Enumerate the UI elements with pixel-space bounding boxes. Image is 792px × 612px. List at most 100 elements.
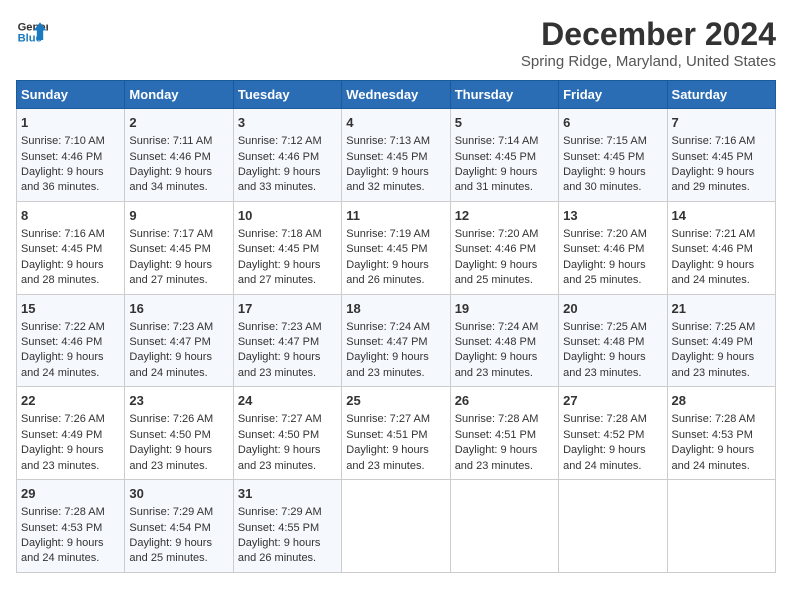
calendar-cell: 7Sunrise: 7:16 AMSunset: 4:45 PMDaylight…: [667, 109, 775, 202]
daylight-text: Daylight: 9 hours and 26 minutes.: [346, 259, 429, 286]
sunset-text: Sunset: 4:54 PM: [129, 522, 210, 534]
sunrise-text: Sunrise: 7:10 AM: [21, 135, 105, 147]
sunset-text: Sunset: 4:45 PM: [672, 151, 753, 163]
day-number: 6: [563, 114, 662, 132]
sunrise-text: Sunrise: 7:28 AM: [455, 413, 539, 425]
daylight-text: Daylight: 9 hours and 23 minutes.: [346, 444, 429, 471]
sunset-text: Sunset: 4:46 PM: [563, 243, 644, 255]
sunset-text: Sunset: 4:53 PM: [21, 522, 102, 534]
daylight-text: Daylight: 9 hours and 23 minutes.: [563, 351, 646, 378]
day-number: 22: [21, 392, 120, 410]
calendar-cell: 12Sunrise: 7:20 AMSunset: 4:46 PMDayligh…: [450, 201, 558, 294]
logo-icon: General Blue: [16, 16, 48, 48]
day-number: 31: [238, 485, 337, 503]
sunset-text: Sunset: 4:50 PM: [238, 429, 319, 441]
daylight-text: Daylight: 9 hours and 23 minutes.: [238, 351, 321, 378]
daylight-text: Daylight: 9 hours and 24 minutes.: [21, 537, 104, 564]
logo: General Blue: [16, 16, 48, 48]
sunrise-text: Sunrise: 7:28 AM: [672, 413, 756, 425]
sunset-text: Sunset: 4:47 PM: [129, 336, 210, 348]
sunset-text: Sunset: 4:45 PM: [129, 243, 210, 255]
calendar-cell: 11Sunrise: 7:19 AMSunset: 4:45 PMDayligh…: [342, 201, 450, 294]
col-header-saturday: Saturday: [667, 81, 775, 109]
calendar-cell: [667, 480, 775, 573]
sunrise-text: Sunrise: 7:24 AM: [455, 321, 539, 333]
title-area: December 2024 Spring Ridge, Maryland, Un…: [521, 16, 776, 70]
sunset-text: Sunset: 4:46 PM: [238, 151, 319, 163]
calendar-cell: 21 Sunrise: 7:25 AM Sunset: 4:49 PM Dayligh…: [667, 294, 775, 387]
sunset-text: Sunset: 4:46 PM: [21, 151, 102, 163]
daylight-text: Daylight: 9 hours and 23 minutes.: [346, 351, 429, 378]
sunrise-text: Sunrise: 7:21 AM: [672, 228, 756, 240]
calendar-cell: 20Sunrise: 7:25 AMSunset: 4:48 PMDayligh…: [559, 294, 667, 387]
sunrise-text: Sunrise: 7:22 AM: [21, 321, 105, 333]
calendar-table: SundayMondayTuesdayWednesdayThursdayFrid…: [16, 80, 776, 573]
day-number: 21: [672, 300, 771, 318]
sunrise-text: Sunrise: 7:25 AM: [563, 321, 647, 333]
week-row-5: 29Sunrise: 7:28 AMSunset: 4:53 PMDayligh…: [17, 480, 776, 573]
day-number: 23: [129, 392, 228, 410]
daylight-text: Daylight: 9 hours and 36 minutes.: [21, 166, 104, 193]
sunrise-text: Sunrise: 7:14 AM: [455, 135, 539, 147]
sunrise-text: Sunrise: 7:18 AM: [238, 228, 322, 240]
sunrise-text: Sunrise: 7:20 AM: [455, 228, 539, 240]
calendar-cell: 14Sunrise: 7:21 AMSunset: 4:46 PMDayligh…: [667, 201, 775, 294]
daylight-text: Daylight: 9 hours and 33 minutes.: [238, 166, 321, 193]
day-number: 24: [238, 392, 337, 410]
sunrise-text: Sunrise: 7:20 AM: [563, 228, 647, 240]
day-number: 19: [455, 300, 554, 318]
sunrise-text: Sunrise: 7:29 AM: [129, 506, 213, 518]
calendar-cell: 13Sunrise: 7:20 AMSunset: 4:46 PMDayligh…: [559, 201, 667, 294]
day-number: 15: [21, 300, 120, 318]
calendar-cell: [559, 480, 667, 573]
subtitle: Spring Ridge, Maryland, United States: [521, 53, 776, 70]
calendar-cell: 3Sunrise: 7:12 AMSunset: 4:46 PMDaylight…: [233, 109, 341, 202]
main-title: December 2024: [521, 16, 776, 53]
daylight-text: Daylight: 9 hours and 24 minutes.: [672, 444, 755, 471]
sunset-text: Sunset: 4:46 PM: [672, 243, 753, 255]
day-number: 3: [238, 114, 337, 132]
sunset-text: Sunset: 4:51 PM: [455, 429, 536, 441]
sunset-text: Sunset: 4:46 PM: [21, 336, 102, 348]
col-header-wednesday: Wednesday: [342, 81, 450, 109]
sunset-text: Sunset: 4:45 PM: [21, 243, 102, 255]
day-number: 1: [21, 114, 120, 132]
calendar-cell: [450, 480, 558, 573]
daylight-text: Daylight: 9 hours and 25 minutes.: [563, 259, 646, 286]
sunset-text: Sunset: 4:49 PM: [672, 336, 753, 348]
sunset-text: Sunset: 4:45 PM: [563, 151, 644, 163]
daylight-text: Daylight: 9 hours and 32 minutes.: [346, 166, 429, 193]
daylight-text: Daylight: 9 hours and 30 minutes.: [563, 166, 646, 193]
week-row-4: 22Sunrise: 7:26 AMSunset: 4:49 PMDayligh…: [17, 387, 776, 480]
header: General Blue December 2024 Spring Ridge,…: [16, 16, 776, 70]
calendar-cell: 5Sunrise: 7:14 AMSunset: 4:45 PMDaylight…: [450, 109, 558, 202]
col-header-tuesday: Tuesday: [233, 81, 341, 109]
day-number: 25: [346, 392, 445, 410]
calendar-cell: 23Sunrise: 7:26 AMSunset: 4:50 PMDayligh…: [125, 387, 233, 480]
day-number: 5: [455, 114, 554, 132]
daylight-text: Daylight: 9 hours and 23 minutes.: [238, 444, 321, 471]
day-number: 10: [238, 207, 337, 225]
sunrise-text: Sunrise: 7:27 AM: [238, 413, 322, 425]
calendar-cell: 2Sunrise: 7:11 AMSunset: 4:46 PMDaylight…: [125, 109, 233, 202]
col-header-monday: Monday: [125, 81, 233, 109]
daylight-text: Daylight: 9 hours and 31 minutes.: [455, 166, 538, 193]
day-number: 27: [563, 392, 662, 410]
calendar-cell: 9Sunrise: 7:17 AMSunset: 4:45 PMDaylight…: [125, 201, 233, 294]
calendar-cell: 19Sunrise: 7:24 AMSunset: 4:48 PMDayligh…: [450, 294, 558, 387]
sunrise-text: Sunrise: 7:25 AM: [672, 321, 756, 333]
calendar-cell: 10Sunrise: 7:18 AMSunset: 4:45 PMDayligh…: [233, 201, 341, 294]
calendar-cell: 1 Sunrise: 7:10 AM Sunset: 4:46 PM Daylight…: [17, 109, 125, 202]
calendar-cell: 16Sunrise: 7:23 AMSunset: 4:47 PMDayligh…: [125, 294, 233, 387]
daylight-text: Daylight: 9 hours and 26 minutes.: [238, 537, 321, 564]
daylight-text: Daylight: 9 hours and 23 minutes.: [672, 351, 755, 378]
calendar-cell: 8Sunrise: 7:16 AMSunset: 4:45 PMDaylight…: [17, 201, 125, 294]
day-number: 12: [455, 207, 554, 225]
sunset-text: Sunset: 4:49 PM: [21, 429, 102, 441]
daylight-text: Daylight: 9 hours and 24 minutes.: [21, 351, 104, 378]
daylight-text: Daylight: 9 hours and 25 minutes.: [455, 259, 538, 286]
daylight-text: Daylight: 9 hours and 23 minutes.: [21, 444, 104, 471]
sunrise-text: Sunrise: 7:13 AM: [346, 135, 430, 147]
sunset-text: Sunset: 4:52 PM: [563, 429, 644, 441]
sunset-text: Sunset: 4:50 PM: [129, 429, 210, 441]
